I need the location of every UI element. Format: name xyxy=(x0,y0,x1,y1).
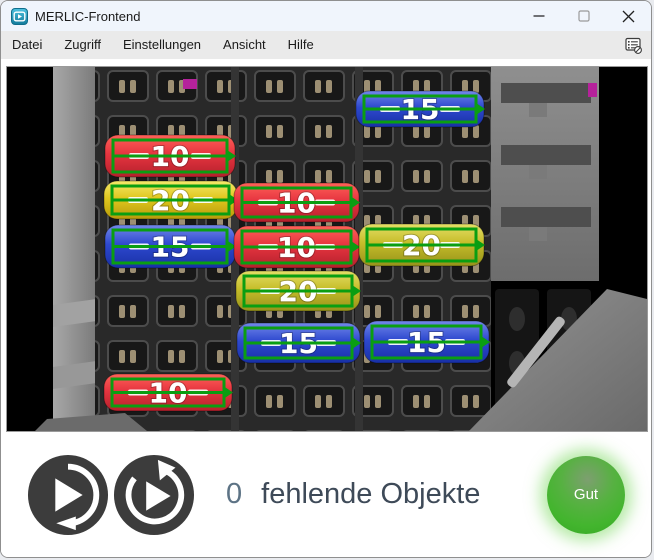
menu-item-hilfe[interactable]: Hilfe xyxy=(277,31,325,59)
fuse-detection: 15 xyxy=(237,323,361,363)
menubar: DateiZugriffEinstellungenAnsichtHilfe xyxy=(1,31,651,59)
app-window: MERLIC-Frontend DateiZugriffEinstellunge… xyxy=(0,0,652,558)
fuse-detection: 20 xyxy=(104,181,238,219)
minimize-button[interactable] xyxy=(516,1,561,31)
menu-items: DateiZugriffEinstellungenAnsichtHilfe xyxy=(1,31,325,59)
fuse-detection: 10 xyxy=(234,226,360,268)
menu-item-ansicht[interactable]: Ansicht xyxy=(212,31,277,59)
menu-item-einstellungen[interactable]: Einstellungen xyxy=(112,31,212,59)
missing-label: fehlende Objekte xyxy=(261,478,480,511)
status-bar: 0 fehlende Objekte Gut xyxy=(1,432,651,557)
fuse-detection: 10 xyxy=(234,183,360,222)
fuse-detection: 15 xyxy=(356,91,485,127)
maximize-button[interactable] xyxy=(561,1,606,31)
fuse-detection: 15 xyxy=(364,321,490,363)
titlebar: MERLIC-Frontend xyxy=(1,1,651,31)
fuse-detection: 10 xyxy=(105,135,236,177)
result-indicator-gut[interactable]: Gut xyxy=(547,456,625,534)
run-continuous-button[interactable] xyxy=(113,454,195,536)
window-controls xyxy=(516,1,651,31)
fusebox-scene: 1510201015102020151510 xyxy=(7,67,647,431)
window-title: MERLIC-Frontend xyxy=(35,9,516,24)
run-once-button[interactable] xyxy=(27,454,109,536)
fuse-detection: 15 xyxy=(105,225,236,268)
menu-item-datei[interactable]: Datei xyxy=(1,31,53,59)
fuse-detection: 10 xyxy=(104,374,233,411)
menu-item-zugriff[interactable]: Zugriff xyxy=(53,31,112,59)
display-options-icon[interactable] xyxy=(623,35,643,55)
fuse-detection: 20 xyxy=(359,224,485,266)
merlic-logo-icon xyxy=(11,8,28,25)
missing-count: 0 xyxy=(226,478,242,511)
close-button[interactable] xyxy=(606,1,651,31)
camera-image-view: 1510201015102020151510 xyxy=(6,66,648,432)
fuse-detection: 20 xyxy=(236,271,361,311)
